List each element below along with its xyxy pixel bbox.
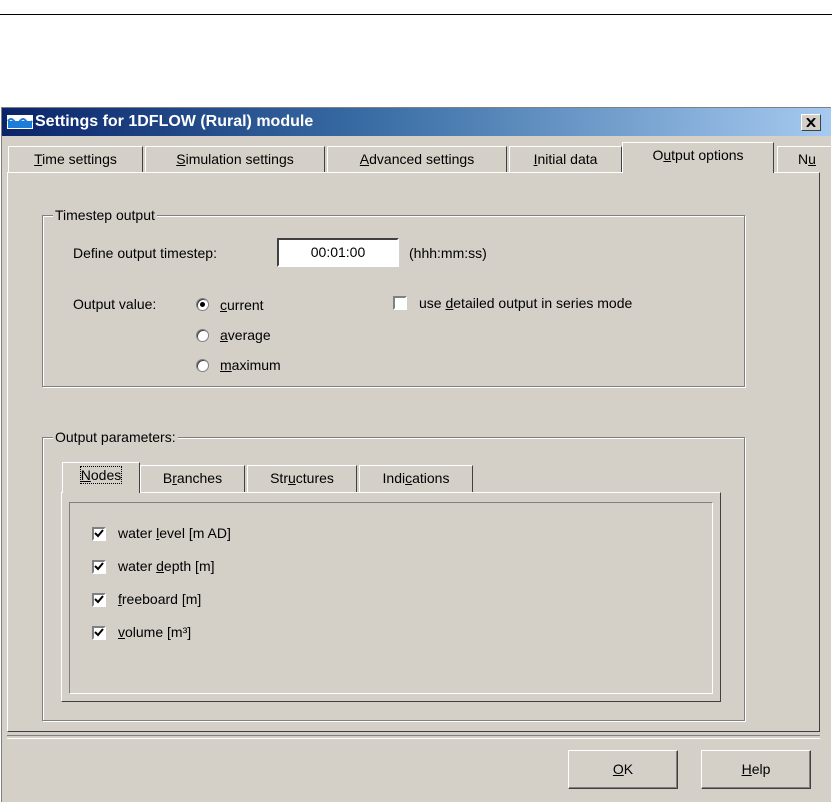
subtab-nodes[interactable]: Nodes <box>62 462 140 493</box>
settings-dialog: Settings for 1DFLOW (Rural) module Time … <box>1 107 831 802</box>
checkmark-icon <box>94 628 104 637</box>
help-button[interactable]: Help <box>701 750 811 789</box>
tab-output-options[interactable]: Output options <box>622 142 774 173</box>
tab-simulation-settings[interactable]: Simulation settings <box>145 146 325 173</box>
define-timestep-label: Define output timestep: <box>73 245 217 261</box>
checkmark-icon <box>94 595 104 604</box>
tab-time-settings[interactable]: Time settings <box>8 146 143 173</box>
app-wave-icon <box>7 115 33 129</box>
nodes-panel: water level [m AD] water depth [m] freeb… <box>61 492 721 702</box>
nodes-inner-frame: water level [m AD] water depth [m] freeb… <box>69 502 713 694</box>
output-parameters-legend: Output parameters: <box>53 429 178 445</box>
output-options-panel: Timestep output Define output timestep: … <box>7 172 820 732</box>
tab-advanced-settings[interactable]: Advanced settings <box>327 146 507 173</box>
output-value-label: Output value: <box>73 296 157 312</box>
title-bar[interactable]: Settings for 1DFLOW (Rural) module <box>2 108 831 136</box>
page-rule <box>0 14 832 15</box>
tab-numerical-truncated[interactable]: Nu <box>777 146 831 173</box>
timestep-output-legend: Timestep output <box>53 207 157 223</box>
output-timestep-input[interactable]: 00:01:00 <box>277 238 399 267</box>
main-tab-strip: Time settings Simulation settings Advanc… <box>2 142 831 173</box>
subtab-branches[interactable]: Branches <box>140 465 245 492</box>
subtab-indications[interactable]: Indications <box>359 465 473 492</box>
checkmark-icon <box>94 562 104 571</box>
output-parameters-group: Output parameters: Nodes Branches Struct… <box>42 429 745 721</box>
close-button[interactable] <box>801 114 821 131</box>
window-title: Settings for 1DFLOW (Rural) module <box>35 113 314 130</box>
ok-button[interactable]: OK <box>568 750 678 789</box>
subtab-structures[interactable]: Structures <box>247 465 357 492</box>
timestep-format-hint: (hhh:mm:ss) <box>409 245 487 261</box>
checkmark-icon <box>94 529 104 538</box>
timestep-output-group: Timestep output Define output timestep: … <box>42 207 745 387</box>
close-icon <box>806 117 816 128</box>
tab-initial-data[interactable]: Initial data <box>509 146 622 173</box>
button-separator <box>7 735 820 739</box>
